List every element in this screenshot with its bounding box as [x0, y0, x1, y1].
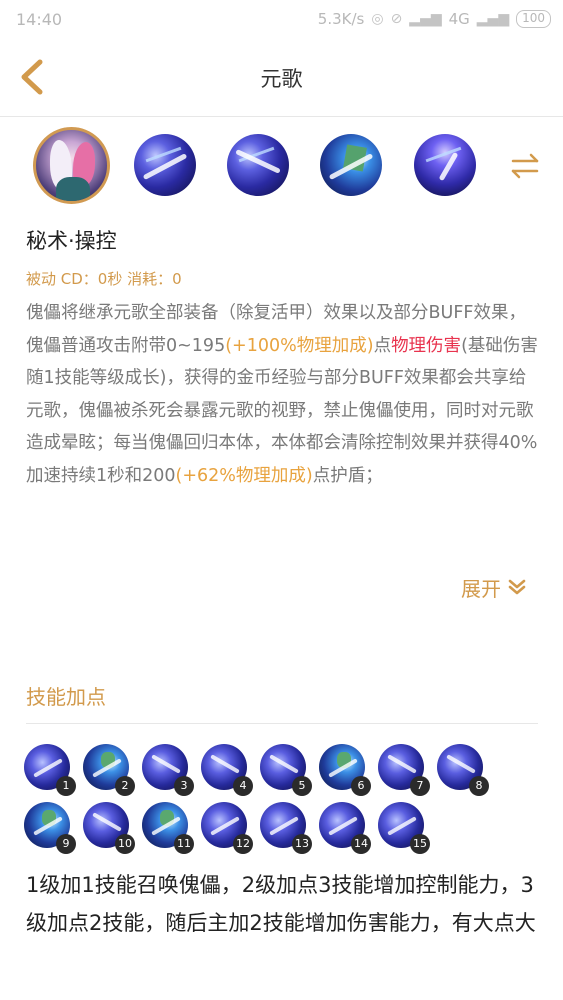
- level-number: 14: [351, 834, 371, 854]
- swap-icon[interactable]: [510, 153, 540, 179]
- level-5-skill-icon: 5: [260, 744, 312, 796]
- level-number: 3: [174, 776, 194, 796]
- level-number: 7: [410, 776, 430, 796]
- signal-icon: ▂▄▆: [409, 11, 442, 27]
- leveling-order: 1 2 3 4 5 6 7 8 9 10 11 12 13 14 15: [24, 744, 544, 854]
- level-number: 12: [233, 834, 253, 854]
- chevron-double-down-icon: [508, 579, 526, 595]
- hero-portrait[interactable]: [33, 127, 110, 204]
- mute-icon: ⊘: [390, 11, 403, 27]
- page-title: 元歌: [260, 67, 303, 91]
- expand-label: 展开: [461, 576, 501, 601]
- level-number: 8: [469, 776, 489, 796]
- level-number: 13: [292, 834, 312, 854]
- battery-icon: 100: [516, 10, 551, 28]
- skill-2-icon[interactable]: [227, 134, 289, 196]
- leveling-section-title: 技能加点: [26, 685, 106, 709]
- signal-icon-2: ▂▄▆: [476, 11, 510, 27]
- desc-text: (基础伤害随1技能等级成长)，获得的金币经验与部分BUFF效果都会共享给元歌，傀…: [26, 335, 538, 486]
- skill-1-icon[interactable]: [134, 134, 196, 196]
- level-3-skill-icon: 3: [142, 744, 194, 796]
- desc-text: 点护盾；: [312, 465, 383, 486]
- level-9-skill-icon: 9: [24, 802, 76, 854]
- desc-text: 点: [373, 335, 392, 356]
- level-2-skill-icon: 2: [83, 744, 135, 796]
- level-number: 2: [115, 776, 135, 796]
- desc-damage-type: 物理伤害: [391, 335, 462, 356]
- level-number: 11: [174, 834, 194, 854]
- expand-button[interactable]: 展开: [461, 573, 527, 601]
- desc-bonus: (+100%物理加成): [225, 335, 374, 356]
- level-15-skill-icon: 15: [378, 802, 430, 854]
- hotspot-icon: ◎: [371, 11, 384, 27]
- level-13-skill-icon: 13: [260, 802, 312, 854]
- header-divider: [0, 116, 563, 117]
- level-6-skill-icon: 6: [319, 744, 371, 796]
- level-8-skill-icon: 8: [437, 744, 489, 796]
- network-speed: 5.3K/s: [317, 10, 365, 28]
- desc-bonus: (+62%物理加成): [175, 465, 313, 486]
- level-7-skill-icon: 7: [378, 744, 430, 796]
- level-number: 15: [410, 834, 430, 854]
- status-indicators: 5.3K/s ◎ ⊘ ▂▄▆ 4G ▂▄▆ 100: [318, 10, 551, 28]
- passive-skill-icon[interactable]: [414, 134, 476, 196]
- level-11-skill-icon: 11: [142, 802, 194, 854]
- level-number: 5: [292, 776, 312, 796]
- level-14-skill-icon: 14: [319, 802, 371, 854]
- network-type: 4G: [448, 10, 470, 28]
- level-1-skill-icon: 1: [24, 744, 76, 796]
- level-number: 4: [233, 776, 253, 796]
- skill-icon-row: [0, 127, 563, 204]
- level-12-skill-icon: 12: [201, 802, 253, 854]
- leveling-note: 1级加1技能召唤傀儡，2级加点3技能增加控制能力，3级加点2技能，随后主加2技能…: [26, 873, 536, 935]
- section-divider: [26, 723, 538, 724]
- nav-bar: 元歌: [0, 38, 563, 116]
- status-time: 14:40: [16, 9, 63, 29]
- status-bar: 14:40 5.3K/s ◎ ⊘ ▂▄▆ 4G ▂▄▆ 100: [0, 0, 563, 38]
- skill-meta: 被动 CD：0秒 消耗：0: [26, 270, 182, 288]
- level-number: 9: [56, 834, 76, 854]
- skill-3-icon[interactable]: [320, 134, 382, 196]
- level-4-skill-icon: 4: [201, 744, 253, 796]
- level-number: 1: [56, 776, 76, 796]
- skill-name: 秘术·操控: [26, 229, 117, 253]
- level-number: 10: [115, 834, 135, 854]
- level-10-skill-icon: 10: [83, 802, 135, 854]
- level-number: 6: [351, 776, 371, 796]
- skill-description: 傀儡将继承元歌全部装备（除复活甲）效果以及部分BUFF效果，傀儡普通攻击附带0~…: [26, 297, 541, 492]
